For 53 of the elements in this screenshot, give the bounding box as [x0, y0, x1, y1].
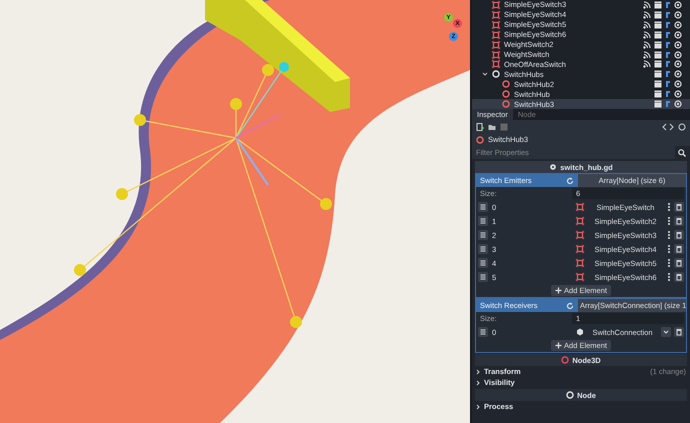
trash-icon[interactable]: [674, 272, 684, 282]
drag-handle-icon[interactable]: [478, 244, 488, 254]
search-icon[interactable]: [678, 148, 686, 156]
trash-icon[interactable]: [674, 230, 684, 240]
node-icon: [492, 10, 500, 19]
plus-icon: [555, 342, 562, 349]
drag-handle-icon[interactable]: [478, 258, 488, 268]
node-icon: [502, 90, 510, 98]
drag-handle-icon[interactable]: [478, 327, 488, 337]
trash-icon[interactable]: [674, 327, 684, 337]
node-icon: [492, 70, 500, 78]
folder-icon[interactable]: [488, 122, 496, 130]
more-options-icon[interactable]: [667, 202, 671, 212]
signal-icon[interactable]: [643, 0, 651, 9]
signal-icon[interactable]: [643, 10, 651, 19]
trash-icon[interactable]: [674, 258, 684, 268]
node-icon: [502, 100, 510, 108]
node-icon: [576, 273, 584, 281]
signal-icon[interactable]: [643, 60, 651, 68]
node-icon: [576, 203, 584, 211]
plus-icon: [555, 287, 562, 294]
more-options-icon[interactable]: [667, 272, 671, 282]
drag-handle-icon[interactable]: [478, 230, 488, 240]
more-options-icon[interactable]: [667, 258, 671, 268]
trash-icon[interactable]: [674, 216, 684, 226]
signal-icon[interactable]: [643, 20, 651, 29]
node-icon: [502, 80, 510, 88]
history-arrows-icon[interactable]: [662, 122, 674, 130]
drag-handle-icon[interactable]: [478, 216, 488, 226]
drag-handle-icon[interactable]: [478, 202, 488, 212]
dropdown-icon[interactable]: [661, 327, 671, 337]
node-icon: [576, 217, 584, 225]
node-icon: [576, 231, 584, 239]
node-icon: [576, 245, 584, 253]
node-icon: [476, 136, 484, 144]
trash-icon[interactable]: [674, 244, 684, 254]
node-icon: [492, 0, 500, 9]
revert-icon[interactable]: [566, 176, 574, 184]
node-icon: [492, 40, 500, 49]
node-icon: [576, 259, 584, 267]
new-resource-icon[interactable]: [476, 122, 484, 130]
node-icon: [492, 30, 500, 39]
signal-icon[interactable]: [643, 40, 651, 49]
revert-icon[interactable]: [566, 302, 574, 310]
cube-icon: [576, 328, 584, 336]
signal-icon[interactable]: [643, 30, 651, 39]
node-icon: [492, 20, 500, 29]
drag-handle-icon[interactable]: [478, 272, 488, 282]
more-options-icon[interactable]: [667, 244, 671, 254]
more-options-icon[interactable]: [667, 230, 671, 240]
signal-icon[interactable]: [643, 50, 651, 59]
more-options-icon[interactable]: [667, 216, 671, 226]
trash-icon[interactable]: [674, 202, 684, 212]
